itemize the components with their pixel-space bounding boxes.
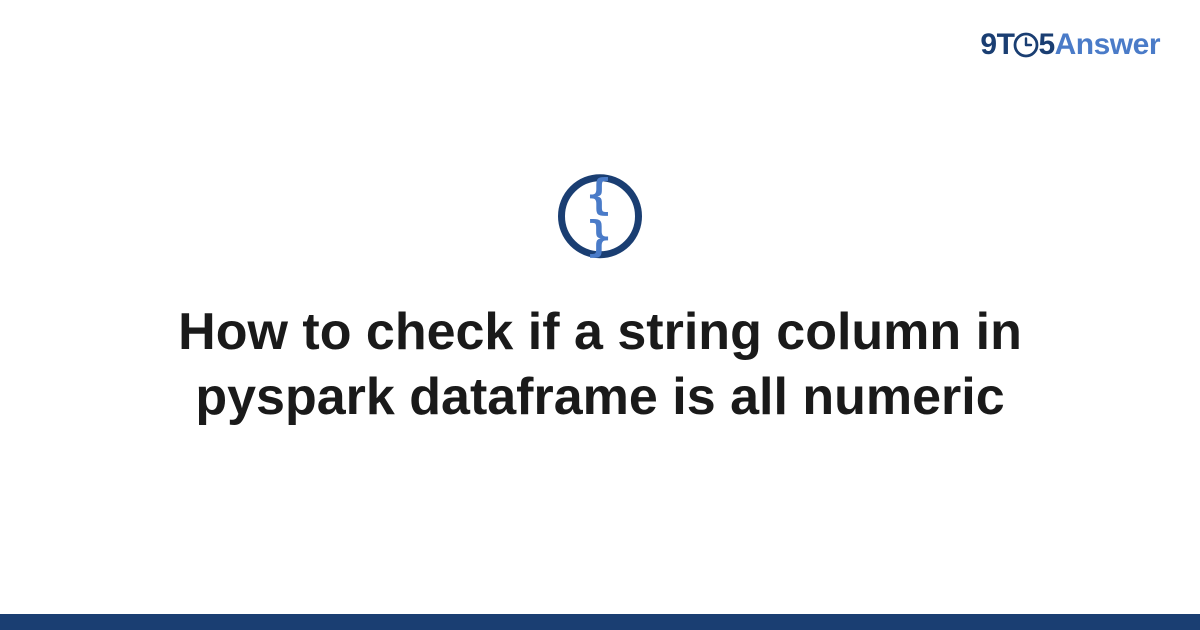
logo-text-t: T bbox=[997, 28, 1015, 61]
footer-accent-bar bbox=[0, 614, 1200, 630]
braces-glyph: { } bbox=[565, 174, 635, 258]
logo-text-5: 5 bbox=[1038, 28, 1054, 61]
logo-text-9: 9 bbox=[980, 28, 996, 61]
clock-icon bbox=[1013, 32, 1039, 66]
page-title: How to check if a string column in pyspa… bbox=[100, 300, 1100, 430]
code-braces-icon: { } bbox=[558, 174, 642, 258]
logo-text-answer: Answer bbox=[1055, 28, 1160, 61]
site-logo[interactable]: 9T 5Answer bbox=[980, 28, 1160, 66]
main-content: { } How to check if a string column in p… bbox=[0, 174, 1200, 430]
